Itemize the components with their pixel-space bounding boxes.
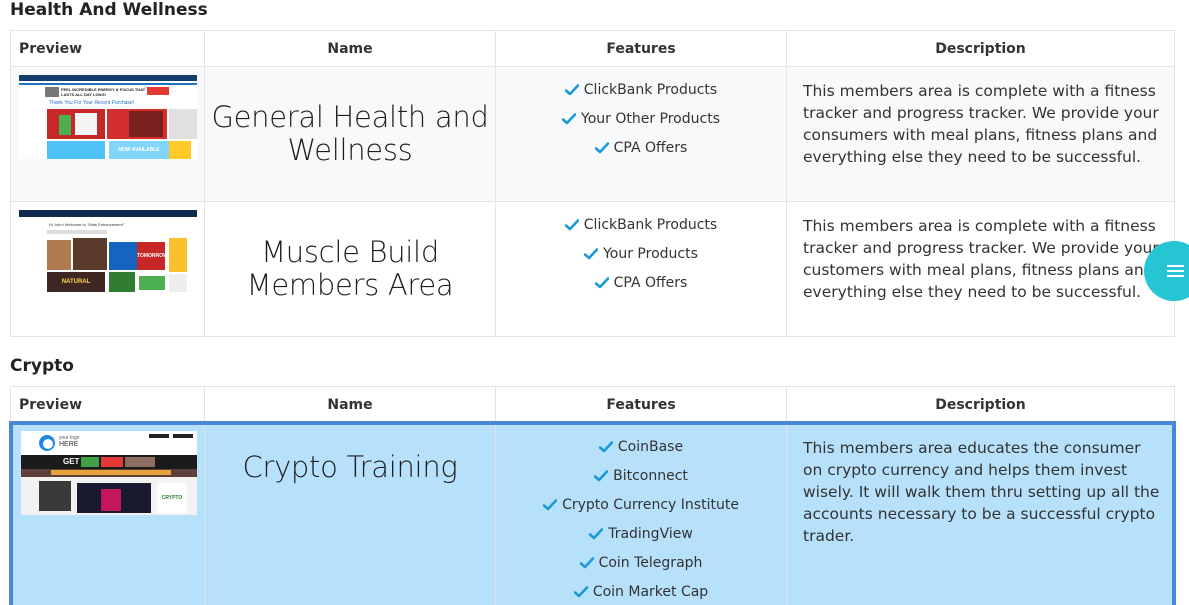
feature-item: CPA Offers [496, 273, 786, 302]
table-row-selected[interactable]: your logo HERE GET CRYPTO Crypto Trainin… [10, 422, 1175, 605]
check-icon [598, 441, 613, 453]
features-cell: ClickBank Products Your Other Products C… [495, 66, 787, 202]
table-row[interactable]: Hi John! Welcome to "Male Enhancement" T… [10, 201, 1175, 337]
feature-item: Your Other Products [496, 109, 786, 138]
table-header-row: Preview Name Features Description [10, 386, 1175, 423]
col-header-description: Description [786, 386, 1175, 423]
feature-item: Crypto Currency Institute [496, 495, 786, 524]
preview-thumbnail[interactable]: your logo HERE GET CRYPTO [21, 431, 197, 515]
table-row[interactable]: FEEL INCREDIBLE ENERGY & FOCUS THAT LAST… [10, 66, 1175, 202]
name-cell: Crypto Training [204, 422, 496, 605]
features-cell: ClickBank Products Your Products CPA Off… [495, 201, 787, 337]
feature-item: Coin Market Cap [496, 582, 786, 605]
preview-thumbnail[interactable]: FEEL INCREDIBLE ENERGY & FOCUS THAT LAST… [19, 75, 197, 159]
col-header-name: Name [204, 386, 496, 423]
col-header-features: Features [495, 30, 787, 67]
feature-item: CPA Offers [496, 138, 786, 167]
preview-cell: FEEL INCREDIBLE ENERGY & FOCUS THAT LAST… [10, 66, 205, 202]
check-icon [579, 557, 594, 569]
description-cell: This members area is complete with a fit… [786, 201, 1175, 337]
description-cell: This members area educates the consumer … [786, 422, 1175, 605]
menu-icon [1167, 262, 1184, 280]
product-name[interactable]: General Health and Wellness [205, 101, 495, 167]
name-cell: General Health and Wellness [204, 66, 496, 202]
table-header-row: Preview Name Features Description [10, 30, 1175, 67]
feature-item: ClickBank Products [496, 80, 786, 109]
check-icon [573, 586, 588, 598]
crypto-table: Preview Name Features Description your l… [10, 386, 1175, 605]
section-title-crypto: Crypto [10, 356, 74, 376]
feature-item: Coin Telegraph [496, 553, 786, 582]
preview-thumbnail[interactable]: Hi John! Welcome to "Male Enhancement" T… [19, 210, 197, 293]
check-icon [564, 84, 579, 96]
description-cell: This members area is complete with a fit… [786, 66, 1175, 202]
check-icon [589, 528, 604, 540]
product-name[interactable]: Muscle Build Members Area [205, 236, 495, 302]
feature-item: Your Products [496, 244, 786, 273]
col-header-name: Name [204, 30, 496, 67]
check-icon [594, 277, 609, 289]
feature-item: ClickBank Products [496, 215, 786, 244]
col-header-preview: Preview [10, 30, 205, 67]
product-name[interactable]: Crypto Training [205, 451, 495, 484]
col-header-description: Description [786, 30, 1175, 67]
check-icon [594, 470, 609, 482]
check-icon [584, 248, 599, 260]
feature-item: CoinBase [496, 437, 786, 466]
col-header-features: Features [495, 386, 787, 423]
feature-item: TradingView [496, 524, 786, 553]
preview-cell: Hi John! Welcome to "Male Enhancement" T… [10, 201, 205, 337]
name-cell: Muscle Build Members Area [204, 201, 496, 337]
col-header-preview: Preview [10, 386, 205, 423]
check-icon [594, 142, 609, 154]
health-table: Preview Name Features Description FEEL I… [10, 30, 1175, 337]
check-icon [564, 219, 579, 231]
preview-cell: your logo HERE GET CRYPTO [10, 422, 205, 605]
check-icon [562, 113, 576, 125]
section-title-health: Health And Wellness [10, 0, 208, 20]
check-icon [543, 499, 558, 511]
feature-item: Bitconnect [496, 466, 786, 495]
features-cell: CoinBase Bitconnect Crypto Currency Inst… [495, 422, 787, 605]
